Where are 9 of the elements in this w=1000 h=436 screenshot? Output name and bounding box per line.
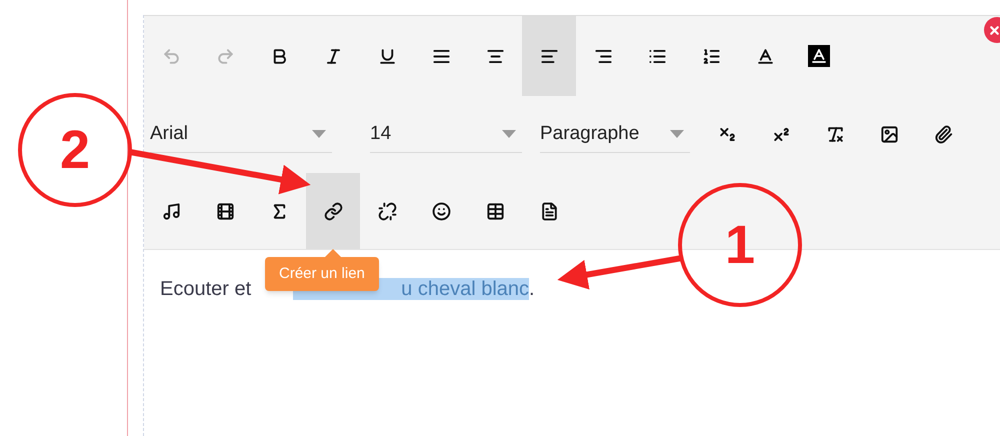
- tooltip: Créer un lien: [265, 257, 379, 291]
- dropdown-select[interactable]: 14: [370, 116, 522, 152]
- dropdown-arrow-icon: [670, 130, 684, 138]
- dropdown-arrow-icon: [312, 130, 326, 138]
- dropdown-select[interactable]: Arial: [150, 116, 332, 152]
- dropdown-arrow-icon: [502, 130, 516, 138]
- toolbar-button[interactable]: [306, 173, 360, 249]
- annotation-number: 2: [60, 123, 90, 177]
- dropdown-select[interactable]: Paragraphe: [540, 116, 690, 152]
